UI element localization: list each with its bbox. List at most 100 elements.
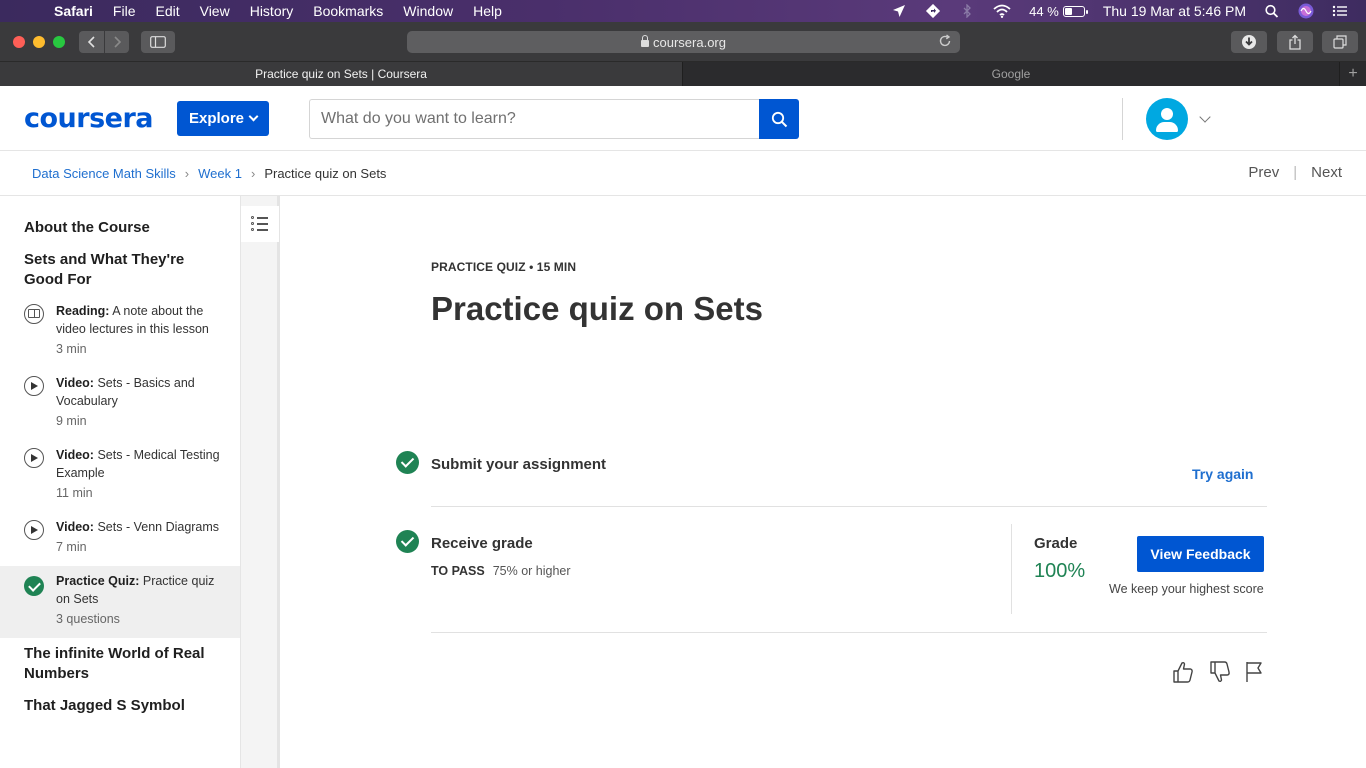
lesson-title: Video: Sets - Medical Testing Example — [56, 448, 220, 480]
breadcrumb-separator-icon: › — [250, 166, 256, 181]
window-minimize-button[interactable] — [33, 36, 45, 48]
share-icon — [1289, 34, 1301, 50]
section-about-course[interactable]: About the Course — [24, 218, 219, 238]
menu-edit[interactable]: Edit — [155, 3, 179, 19]
menu-bookmarks[interactable]: Bookmarks — [313, 3, 383, 19]
lesson-item-practice-quiz[interactable]: Practice Quiz: Practice quiz on Sets 3 q… — [0, 566, 240, 638]
tab-title: Google — [991, 67, 1031, 81]
download-icon — [1242, 35, 1256, 49]
vertical-divider — [1011, 524, 1012, 614]
bluetooth-icon[interactable] — [959, 4, 975, 18]
tab-title: Practice quiz on Sets | Coursera — [255, 67, 427, 81]
lesson-title: Video: Sets - Basics and Vocabulary — [56, 376, 195, 408]
browser-tab-bar: Practice quiz on Sets | Coursera Google … — [0, 62, 1366, 86]
chevron-down-icon — [248, 111, 259, 122]
breadcrumb-bar: Data Science Math Skills › Week 1 › Prac… — [0, 151, 1366, 196]
toc-strip — [241, 196, 280, 768]
share-button[interactable] — [1277, 31, 1313, 53]
user-avatar[interactable] — [1146, 98, 1188, 140]
toc-toggle-button[interactable] — [241, 206, 279, 242]
window-close-button[interactable] — [13, 36, 25, 48]
wifi-icon[interactable] — [993, 4, 1011, 18]
reading-book-icon — [24, 304, 44, 324]
account-menu-chevron-icon[interactable] — [1199, 111, 1211, 123]
sidebar-toggle-button[interactable] — [141, 31, 175, 53]
downloads-button[interactable] — [1231, 31, 1267, 53]
address-bar[interactable]: coursera.org — [407, 31, 960, 53]
item-type-eyebrow: PRACTICE QUIZ • 15 MIN — [431, 260, 577, 274]
grade-label: Grade — [1034, 535, 1078, 552]
lesson-duration: 11 min — [56, 486, 93, 500]
lesson-item-video-basics[interactable]: Video: Sets - Basics and Vocabulary 9 mi… — [0, 374, 240, 436]
notification-center-icon[interactable] — [1332, 4, 1348, 18]
back-button[interactable] — [79, 31, 104, 53]
chevron-left-icon — [87, 36, 95, 48]
play-icon — [24, 448, 44, 468]
lesson-question-count: 3 questions — [56, 612, 120, 626]
section-jagged-s[interactable]: That Jagged S Symbol — [24, 696, 219, 716]
breadcrumb: Data Science Math Skills › Week 1 › Prac… — [32, 166, 386, 181]
play-icon — [24, 520, 44, 540]
thumbs-down-icon[interactable] — [1209, 660, 1231, 684]
lesson-item-reading[interactable]: Reading: A note about the video lectures… — [0, 302, 240, 364]
lock-icon — [641, 34, 649, 47]
section-real-numbers[interactable]: The infinite World of Real Numbers — [24, 644, 219, 684]
window-zoom-button[interactable] — [53, 36, 65, 48]
breadcrumb-week[interactable]: Week 1 — [198, 166, 242, 181]
menu-file[interactable]: File — [113, 3, 136, 19]
lesson-item-video-medical[interactable]: Video: Sets - Medical Testing Example 11… — [0, 446, 240, 508]
grade-complete-check-icon — [396, 530, 419, 553]
prev-next-nav: Prev | Next — [1248, 164, 1342, 181]
lesson-item-video-venn[interactable]: Video: Sets - Venn Diagrams 7 min — [0, 518, 240, 562]
forward-button[interactable] — [105, 31, 129, 53]
to-pass-label: TO PASS — [431, 564, 485, 578]
receive-grade-label: Receive grade — [431, 535, 533, 552]
battery-status[interactable]: 44 % — [1029, 3, 1088, 19]
tab-overview-button[interactable] — [1322, 31, 1358, 53]
grade-value: 100% — [1034, 560, 1086, 582]
spotlight-search-icon[interactable] — [1264, 4, 1280, 18]
clock[interactable]: Thu 19 Mar at 5:46 PM — [1103, 3, 1246, 19]
siri-icon[interactable] — [1298, 3, 1314, 19]
course-outline-sidebar: About the Course Sets and What They're G… — [0, 196, 241, 768]
divider — [431, 506, 1267, 507]
location-arrow-icon[interactable] — [891, 4, 907, 18]
section-sets[interactable]: Sets and What They're Good For — [24, 250, 219, 290]
completed-check-icon — [24, 576, 44, 596]
new-tab-button[interactable]: + — [1340, 62, 1366, 86]
tab-coursera[interactable]: Practice quiz on Sets | Coursera — [0, 62, 683, 86]
sidebar-icon — [150, 36, 166, 48]
view-feedback-button[interactable]: View Feedback — [1137, 536, 1264, 572]
coursera-logo[interactable]: coursera — [24, 103, 154, 134]
menu-window[interactable]: Window — [403, 3, 453, 19]
highest-score-note: We keep your highest score — [1109, 582, 1264, 596]
divider — [431, 632, 1267, 633]
search-button[interactable] — [759, 99, 799, 139]
battery-icon — [1062, 5, 1088, 17]
search-input[interactable] — [309, 99, 760, 139]
try-again-link[interactable]: Try again — [1192, 466, 1253, 482]
status-area: 44 % Thu 19 Mar at 5:46 PM — [891, 0, 1366, 22]
menu-history[interactable]: History — [250, 3, 294, 19]
menu-app-safari[interactable]: Safari — [54, 3, 93, 19]
thumbs-up-icon[interactable] — [1172, 660, 1194, 684]
to-pass-value: 75% or higher — [492, 564, 571, 578]
reload-icon[interactable] — [938, 34, 952, 48]
header-divider — [1122, 98, 1123, 140]
directions-icon[interactable] — [925, 4, 941, 18]
battery-fill — [1064, 7, 1072, 15]
play-icon — [24, 376, 44, 396]
tab-google[interactable]: Google — [683, 62, 1340, 86]
lesson-title: Reading: A note about the video lectures… — [56, 304, 209, 336]
avatar-head — [1161, 108, 1173, 120]
flag-icon[interactable] — [1244, 660, 1266, 684]
breadcrumb-course[interactable]: Data Science Math Skills — [32, 166, 176, 181]
menu-view[interactable]: View — [200, 3, 230, 19]
battery-percent: 44 % — [1029, 3, 1059, 19]
menu-help[interactable]: Help — [473, 3, 502, 19]
next-button[interactable]: Next — [1311, 164, 1342, 181]
prev-button[interactable]: Prev — [1248, 164, 1279, 181]
search-icon — [771, 111, 787, 127]
explore-button[interactable]: Explore — [177, 101, 269, 136]
url-text: coursera.org — [653, 34, 726, 50]
